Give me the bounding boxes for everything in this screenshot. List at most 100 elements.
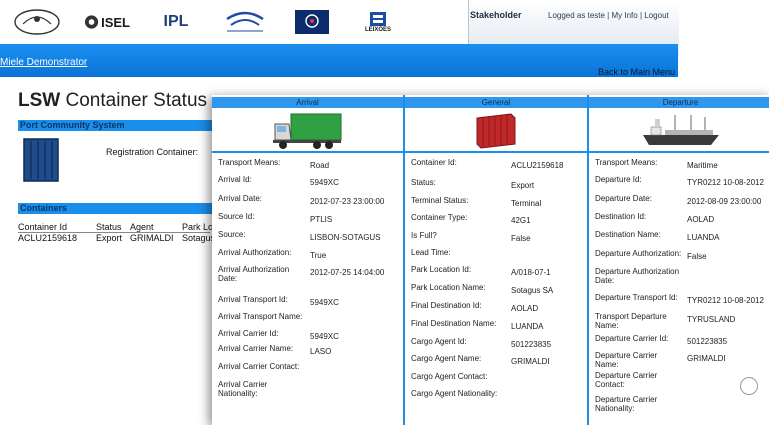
arrival-field-label: Transport Means:: [218, 158, 281, 167]
general-field-value: A/018-07-1: [511, 268, 551, 277]
arrival-field-label: Source:: [218, 230, 246, 239]
departure-field-value: TYR0212 10-08-2012: [687, 296, 764, 305]
departure-field-label: Departure Authorization Date:: [595, 267, 680, 285]
leixoes-logo: LEIXÕES: [356, 8, 400, 36]
general-field-label: Lead Time:: [411, 248, 451, 257]
port-authority-logo: [222, 8, 268, 36]
departure-field-value: False: [687, 252, 707, 261]
general-field-value: Terminal: [511, 199, 542, 208]
arrival-field-value: PTLIS: [310, 215, 333, 224]
shipping-container-icon: [405, 108, 587, 152]
general-field-label: Cargo Agent Nationality:: [411, 389, 498, 398]
departure-field-label: Departure Id:: [595, 175, 642, 184]
general-field-label: Container Type:: [411, 213, 468, 222]
logged-as-text: Logged as teste: [548, 11, 605, 20]
general-header: General: [405, 97, 587, 108]
departure-field-value: Maritime: [687, 161, 718, 170]
departure-field-label: Departure Carrier Nationality:: [595, 395, 658, 413]
ship-icon: [589, 108, 769, 152]
general-field-value: False: [511, 234, 531, 243]
container-icon: [22, 137, 60, 187]
miele-logo: [12, 8, 62, 36]
truck-icon: [212, 108, 403, 152]
general-field-label: Park Location Id:: [411, 265, 472, 274]
arrival-field-label: Arrival Date:: [218, 194, 263, 203]
logo-bar: ISEL IPL LEIXÕES: [0, 0, 468, 44]
departure-field-label: Departure Date:: [595, 194, 652, 203]
departure-header: Departure: [589, 97, 769, 108]
section-port-community-system: Port Community System: [18, 120, 212, 131]
logout-link[interactable]: Logout: [644, 11, 668, 20]
departure-field-label: Departure Carrier Id:: [595, 334, 669, 343]
general-field-label: Terminal Status:: [411, 196, 469, 205]
column-divider: [212, 151, 403, 153]
general-field-label: Cargo Agent Name:: [411, 354, 482, 363]
user-links: Logged as teste | My Info | Logout: [548, 11, 669, 20]
departure-field-label: Departure Authorization:: [595, 249, 682, 258]
general-field-value: 501223835: [511, 340, 552, 349]
my-info-link[interactable]: My Info: [611, 11, 637, 20]
general-field-value: GRIMALDI: [511, 357, 550, 366]
arrival-field-value: Road: [310, 161, 330, 170]
departure-field-label: Destination Id:: [595, 212, 647, 221]
departure-field-value: 501223835: [687, 337, 728, 346]
departure-field-value: AOLAD: [687, 215, 715, 224]
general-field-value: 42G1: [511, 216, 531, 225]
arrival-field-value: 5949XC: [310, 332, 339, 341]
general-field-value: AOLAD: [511, 304, 539, 313]
column-divider: [589, 151, 769, 153]
page-title: LSW Container Status: [18, 90, 208, 111]
arrival-field-value: 2012-07-25 14:04:00: [310, 268, 385, 277]
departure-field-value: LUANDA: [687, 233, 720, 242]
general-field-label: Park Location Name:: [411, 283, 486, 292]
demo-title[interactable]: Miele Demonstrator: [0, 57, 87, 68]
arrival-field-label: Arrival Authorization Date:: [218, 265, 290, 283]
departure-field-label: Departure Transport Id:: [595, 293, 678, 302]
column-divider: [405, 151, 587, 153]
arrival-field-label: Arrival Carrier Id:: [218, 329, 279, 338]
port-logo-square: [292, 8, 332, 36]
registration-container-label: Registration Container:: [106, 147, 199, 157]
general-field-label: Final Destination Name:: [411, 319, 497, 328]
departure-field-value: GRIMALDI: [687, 354, 726, 363]
arrival-field-label: Source Id:: [218, 212, 255, 221]
section-containers: Containers: [18, 203, 212, 214]
general-field-value: Sotagus SA: [511, 286, 554, 295]
general-field-label: Is Full?: [411, 231, 437, 240]
general-field-label: Final Destination Id:: [411, 301, 482, 310]
general-column: General Container Id: ACLU2159618 Status: E…: [405, 95, 589, 425]
departure-field-label: Transport Departure Name:: [595, 312, 667, 330]
departure-field-label: Destination Name:: [595, 230, 661, 239]
general-field-label: Cargo Agent Id:: [411, 337, 467, 346]
blue-banner: [0, 44, 678, 77]
arrival-header: Arrival: [212, 97, 403, 108]
departure-field-label: Departure Carrier Contact:: [595, 371, 658, 389]
general-field-label: Cargo Agent Contact:: [411, 372, 488, 381]
scroll-top-button[interactable]: [740, 377, 758, 395]
departure-field-value: TYRUSLAND: [687, 315, 736, 324]
ipl-logo: IPL: [163, 13, 189, 30]
arrival-field-label: Arrival Transport Id:: [218, 295, 288, 304]
departure-field-label: Transport Means:: [595, 158, 658, 167]
departure-field-label: Departure Carrier Name:: [595, 351, 658, 369]
arrival-field-value: True: [310, 251, 327, 260]
departure-field-value: 2012-08-09 23:00:00: [687, 197, 762, 206]
departure-field-value: TYR0212 10-08-2012: [687, 178, 764, 187]
arrival-field-label: Arrival Carrier Nationality:: [218, 380, 268, 398]
general-field-label: Container Id:: [411, 158, 457, 167]
isel-logo: ISEL: [84, 8, 130, 36]
arrival-field-value: 5949XC: [310, 178, 339, 187]
general-field-label: Status:: [411, 178, 436, 187]
arrival-column: Arrival Transport Means: Road Arrival Id: 5…: [212, 95, 405, 425]
arrival-field-value: 5949XC: [310, 298, 339, 307]
arrival-field-label: Arrival Carrier Name:: [218, 344, 294, 353]
departure-column: Departure Transport Means: Maritime Depart…: [589, 95, 769, 425]
general-field-value: Export: [511, 181, 535, 190]
stakeholder-label: Stakeholder: [470, 10, 522, 20]
arrival-field-label: Arrival Authorization:: [218, 248, 292, 257]
arrival-field-value: LASO: [310, 347, 332, 356]
general-field-value: LUANDA: [511, 322, 544, 331]
arrival-field-value: LISBON-SOTAGUS: [310, 233, 381, 242]
arrival-field-label: Arrival Transport Name:: [218, 312, 303, 321]
back-to-main-menu-link[interactable]: Back to Main Menu: [598, 67, 675, 77]
